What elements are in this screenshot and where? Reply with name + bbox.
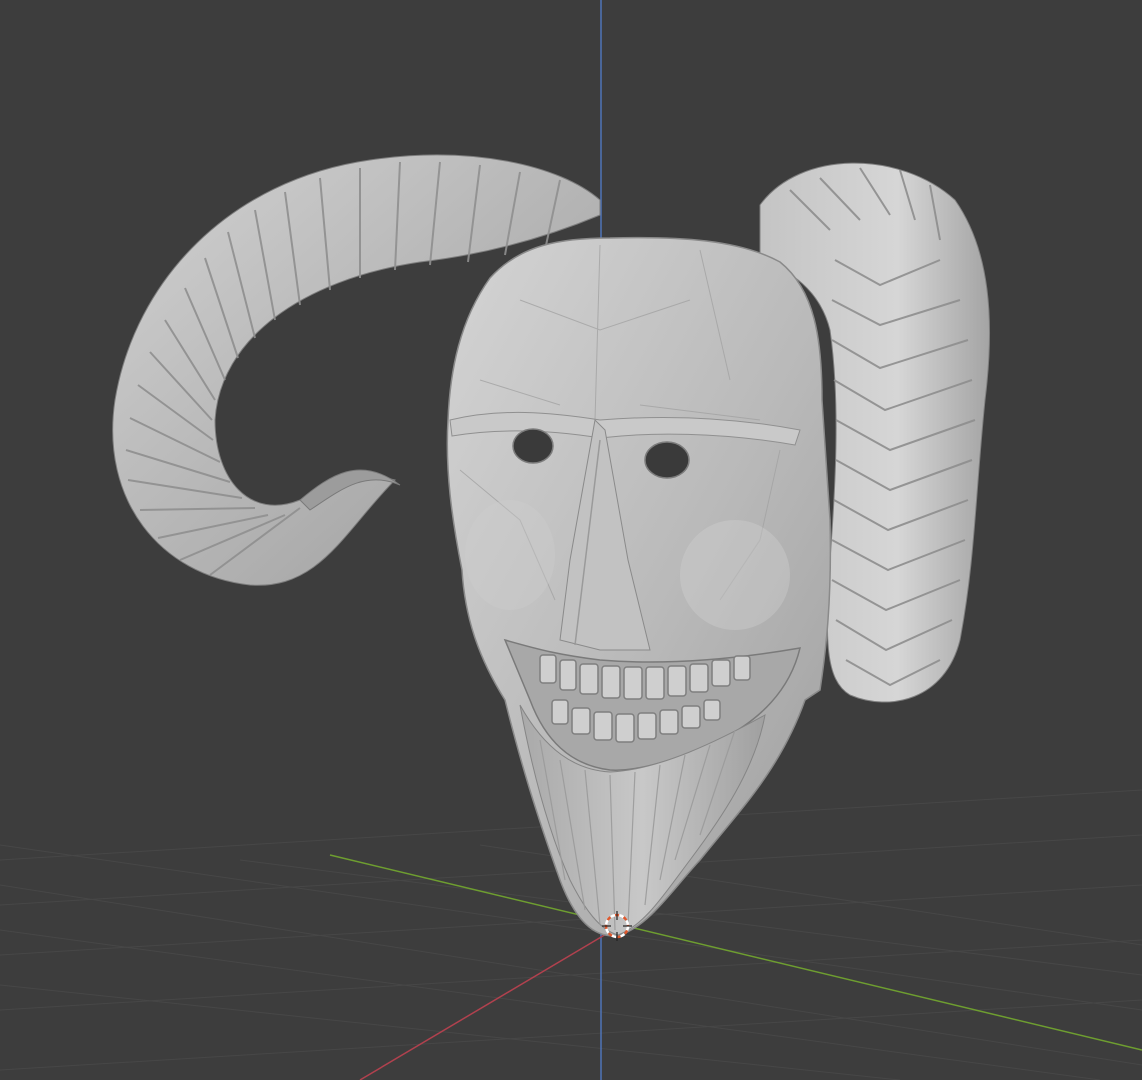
left-eye-hole: [512, 428, 554, 464]
mask-head: [446, 236, 832, 937]
viewport-canvas[interactable]: [0, 0, 1142, 1080]
axis-x-line: [359, 926, 619, 1080]
3d-viewport[interactable]: [0, 0, 1142, 1080]
right-eye-hole: [644, 441, 690, 479]
axis-y-line: [329, 854, 1142, 1051]
